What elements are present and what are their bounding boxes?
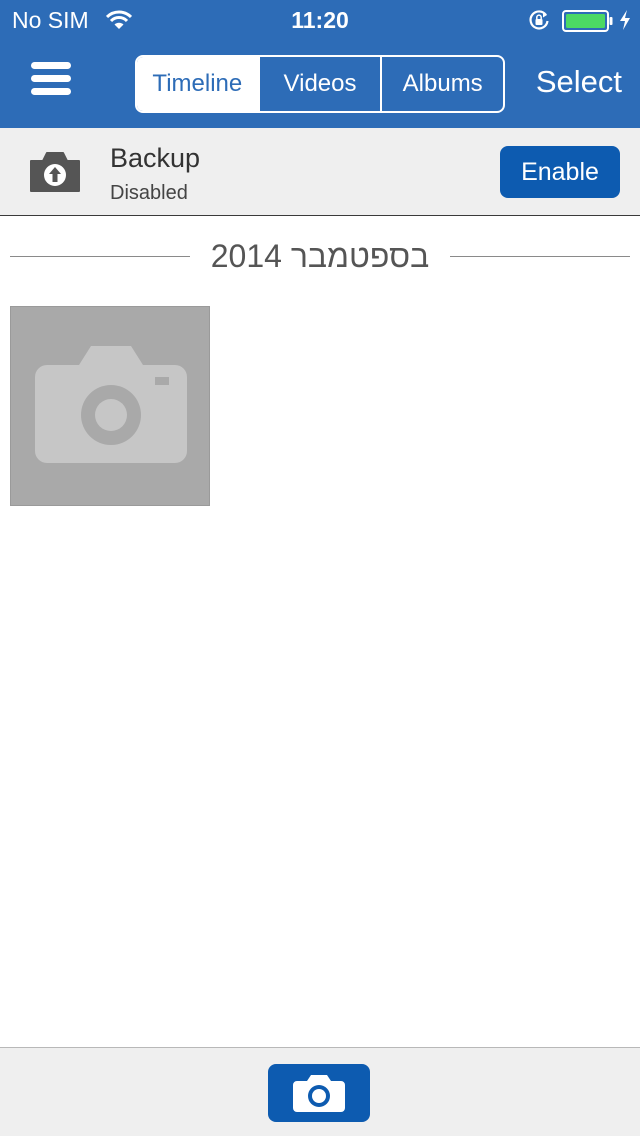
section-divider-right: [450, 256, 630, 257]
navigation-bar: Timeline Videos Albums Select: [0, 40, 640, 128]
photo-timeline-screen: No SIM 11:20 Timeline Videos Albums Sele…: [0, 0, 640, 1136]
rotation-lock-icon: [529, 10, 549, 30]
battery-icon: [562, 10, 613, 32]
status-bar: No SIM 11:20: [0, 0, 640, 40]
camera-upload-icon: [30, 152, 80, 192]
photo-thumbnail[interactable]: [10, 306, 210, 506]
section-divider-left: [10, 256, 190, 257]
select-button[interactable]: Select: [536, 64, 622, 100]
hamburger-menu-icon[interactable]: [28, 62, 74, 102]
bottom-toolbar: [0, 1047, 640, 1136]
backup-banner: Backup Disabled Enable: [0, 128, 640, 216]
camera-button[interactable]: [268, 1064, 370, 1122]
tab-timeline[interactable]: Timeline: [137, 57, 258, 111]
battery-level: [566, 14, 605, 28]
camera-icon: [293, 1075, 345, 1112]
tab-videos[interactable]: Videos: [257, 57, 381, 111]
backup-status: Disabled: [110, 182, 188, 204]
backup-title: Backup: [110, 143, 201, 173]
app-header: No SIM 11:20 Timeline Videos Albums Sele…: [0, 0, 640, 128]
camera-placeholder-icon: [35, 346, 187, 463]
enable-backup-button[interactable]: Enable: [500, 146, 620, 198]
section-date-header: בספטמבר 2014: [210, 238, 430, 274]
charging-icon: [620, 10, 630, 30]
view-segmented-control: Timeline Videos Albums: [135, 55, 505, 113]
tab-albums[interactable]: Albums: [380, 57, 503, 111]
